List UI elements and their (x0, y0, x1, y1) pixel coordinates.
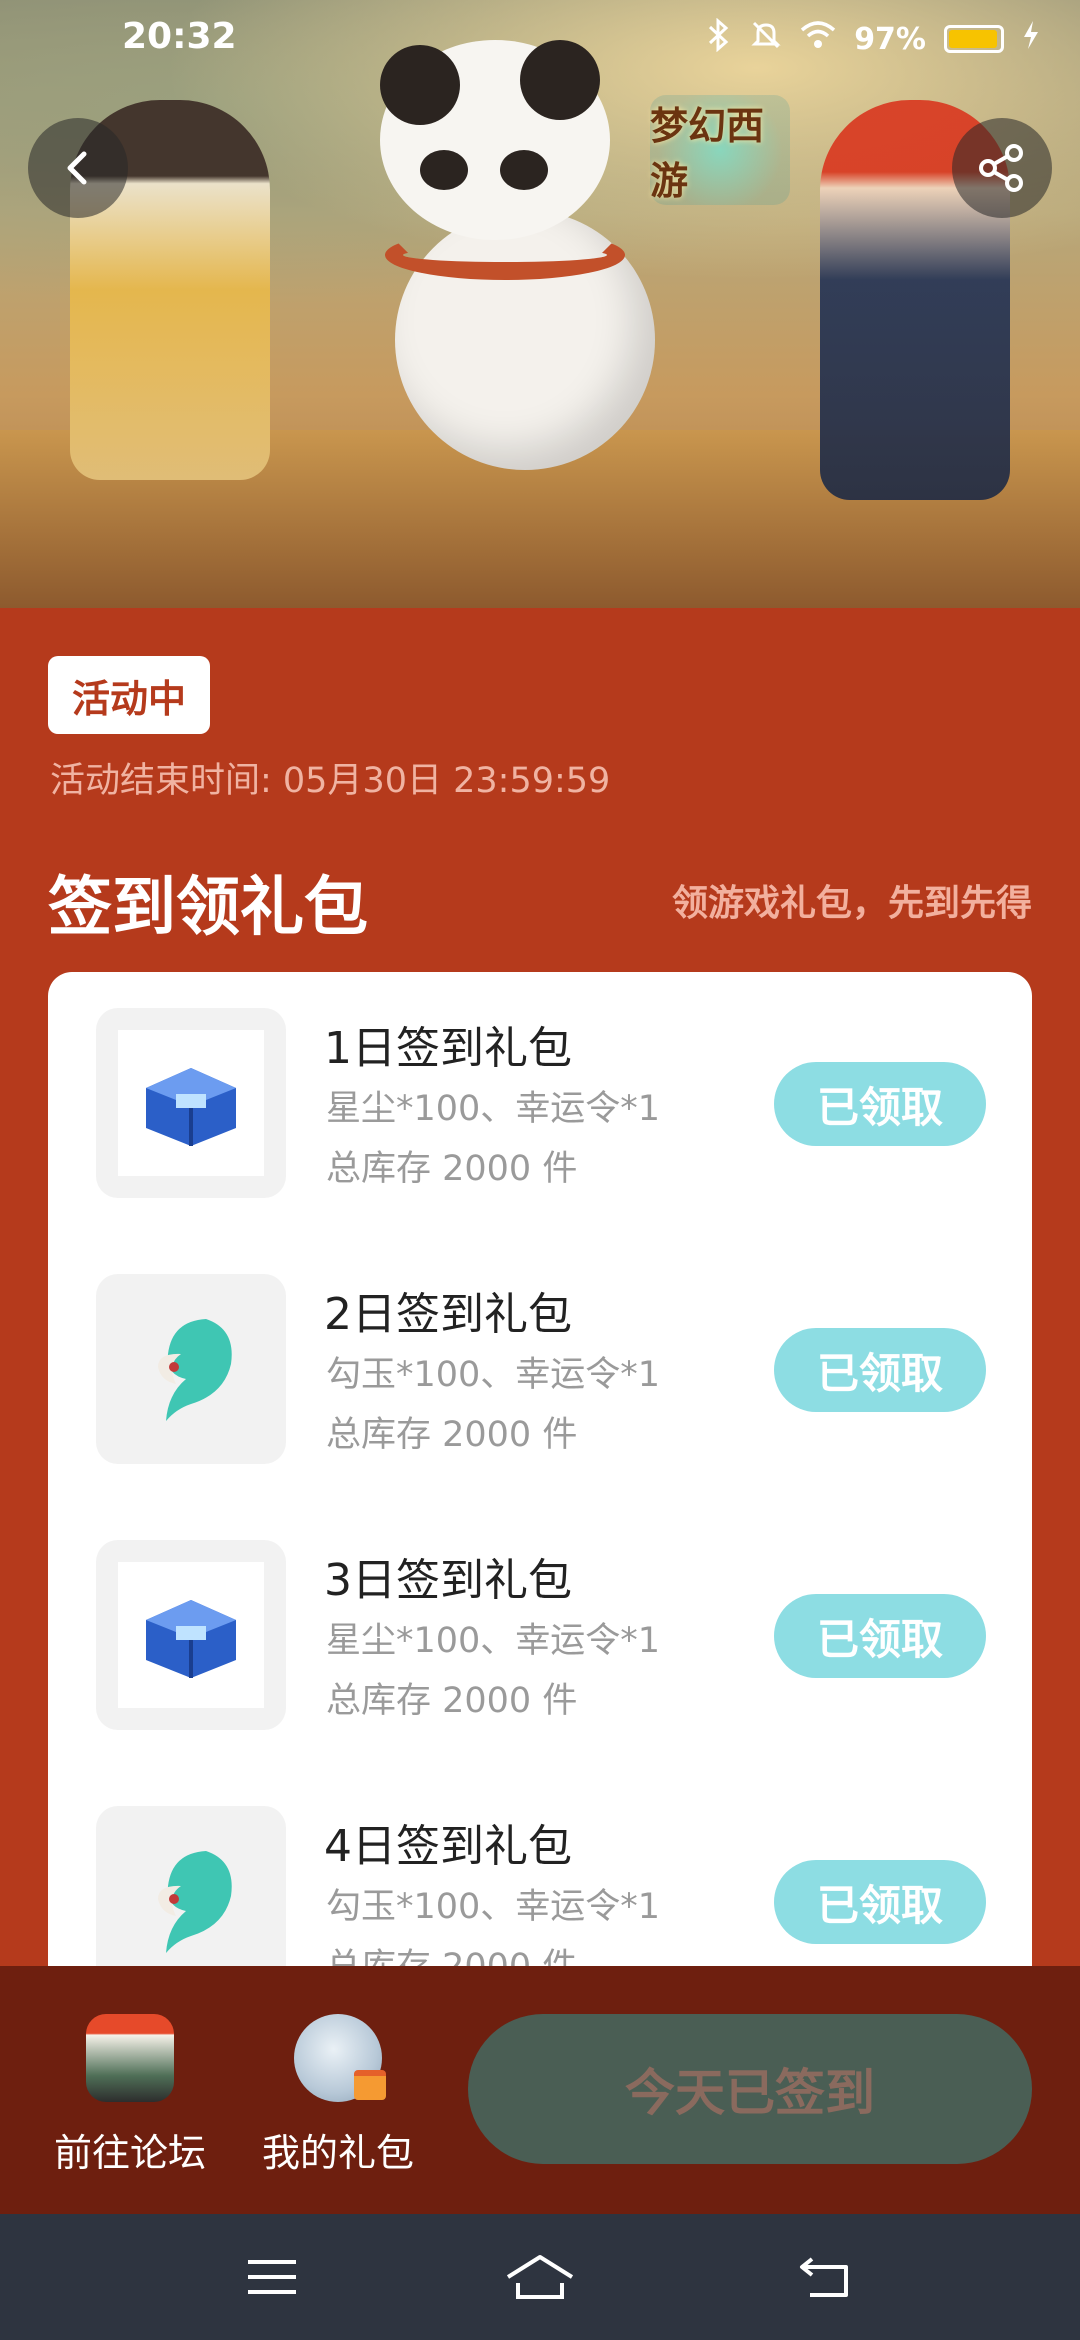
claimed-button[interactable]: 已领取 (774, 1062, 986, 1146)
status-bar: 20:32 97% (0, 0, 1080, 80)
gift-stock: 总库存 2000 件 (326, 1681, 578, 1721)
gift-item-day4: 4日签到礼包 勾玉*100、幸运令*1 总库存 2000 件 已领取 (48, 1770, 1032, 1972)
forum-button[interactable]: 前往论坛 (40, 2014, 220, 2177)
treasure-chest-icon (146, 1600, 236, 1678)
back-arrow-icon (67, 151, 87, 185)
claimed-button[interactable]: 已领取 (774, 1328, 986, 1412)
claimed-button[interactable]: 已领取 (774, 1860, 986, 1944)
gift-title: 3日签到礼包 (324, 1555, 572, 1606)
game-banner: 梦幻西游 20:32 97% (0, 0, 1080, 608)
menu-icon (248, 2260, 296, 2294)
gift-stock: 总库存 2000 件 (326, 1149, 578, 1189)
jade-magatama-icon (158, 1319, 232, 1421)
mute-icon (750, 19, 782, 59)
share-icon (979, 144, 1023, 192)
gift-stock: 总库存 2000 件 (326, 1415, 578, 1455)
activity-end-time: 活动结束时间: 05月30日 23:59:59 (50, 761, 611, 801)
section-subtitle: 领游戏礼包，先到先得 (671, 883, 1032, 924)
gift-item-day2: 2日签到礼包 勾玉*100、幸运令*1 总库存 2000 件 已领取 (48, 1238, 1032, 1464)
charging-icon (1022, 20, 1040, 58)
status-time: 20:32 (122, 16, 237, 57)
gift-thumb (96, 1806, 286, 1972)
signed-today-button[interactable]: 今天已签到 (468, 2014, 1032, 2164)
bottom-action-bar: 前往论坛 我的礼包 今天已签到 (0, 1966, 1080, 2214)
panda-eye-art (420, 150, 468, 190)
game-logo: 梦幻西游 (650, 95, 790, 205)
nav-back-button[interactable] (784, 2244, 864, 2310)
panda-eye-art (500, 150, 548, 190)
treasure-chest-icon (146, 1068, 236, 1146)
back-icon (800, 2257, 848, 2297)
panda-beads-art (385, 230, 625, 280)
my-gifts-label: 我的礼包 (261, 2131, 414, 2175)
battery-fill (949, 30, 998, 48)
activity-status-badge: 活动中 (48, 656, 211, 734)
my-gifts-icon (294, 2014, 386, 2102)
gift-description: 勾玉*100、幸运令*1 (326, 1355, 661, 1395)
gift-title: 4日签到礼包 (324, 1821, 572, 1872)
claimed-button[interactable]: 已领取 (774, 1594, 986, 1678)
bluetooth-icon (706, 17, 732, 60)
gift-thumb (96, 1540, 286, 1730)
gift-description: 星尘*100、幸运令*1 (326, 1621, 661, 1661)
wifi-icon (800, 20, 836, 58)
battery-percent: 97% (854, 21, 926, 57)
share-button[interactable] (952, 118, 1052, 218)
gift-thumb (96, 1274, 286, 1464)
forum-icon (86, 2014, 174, 2102)
gift-list: 1日签到礼包 星尘*100、幸运令*1 总库存 2000 件 已领取 2日签到礼… (48, 972, 1032, 1972)
gift-title: 2日签到礼包 (324, 1289, 572, 1340)
gift-item-day3: 3日签到礼包 星尘*100、幸运令*1 总库存 2000 件 已领取 (48, 1504, 1032, 1730)
section-title: 签到领礼包 (48, 871, 368, 945)
status-icons: 97% (706, 17, 1040, 60)
gift-description: 勾玉*100、幸运令*1 (326, 1887, 661, 1927)
battery-icon (944, 25, 1004, 53)
my-gifts-button[interactable]: 我的礼包 (248, 2014, 428, 2177)
gift-thumb (96, 1008, 286, 1198)
back-button[interactable] (28, 118, 128, 218)
system-nav-bar (0, 2214, 1080, 2340)
nav-home-button[interactable] (500, 2244, 580, 2310)
gift-description: 星尘*100、幸运令*1 (326, 1089, 661, 1129)
home-icon (506, 2255, 574, 2299)
gift-box-icon (354, 2070, 386, 2100)
jade-magatama-icon (158, 1851, 232, 1953)
gift-title: 1日签到礼包 (324, 1023, 572, 1074)
gift-item-day1: 1日签到礼包 星尘*100、幸运令*1 总库存 2000 件 已领取 (48, 972, 1032, 1198)
nav-menu-button[interactable] (232, 2244, 312, 2310)
forum-label: 前往论坛 (53, 2131, 206, 2175)
